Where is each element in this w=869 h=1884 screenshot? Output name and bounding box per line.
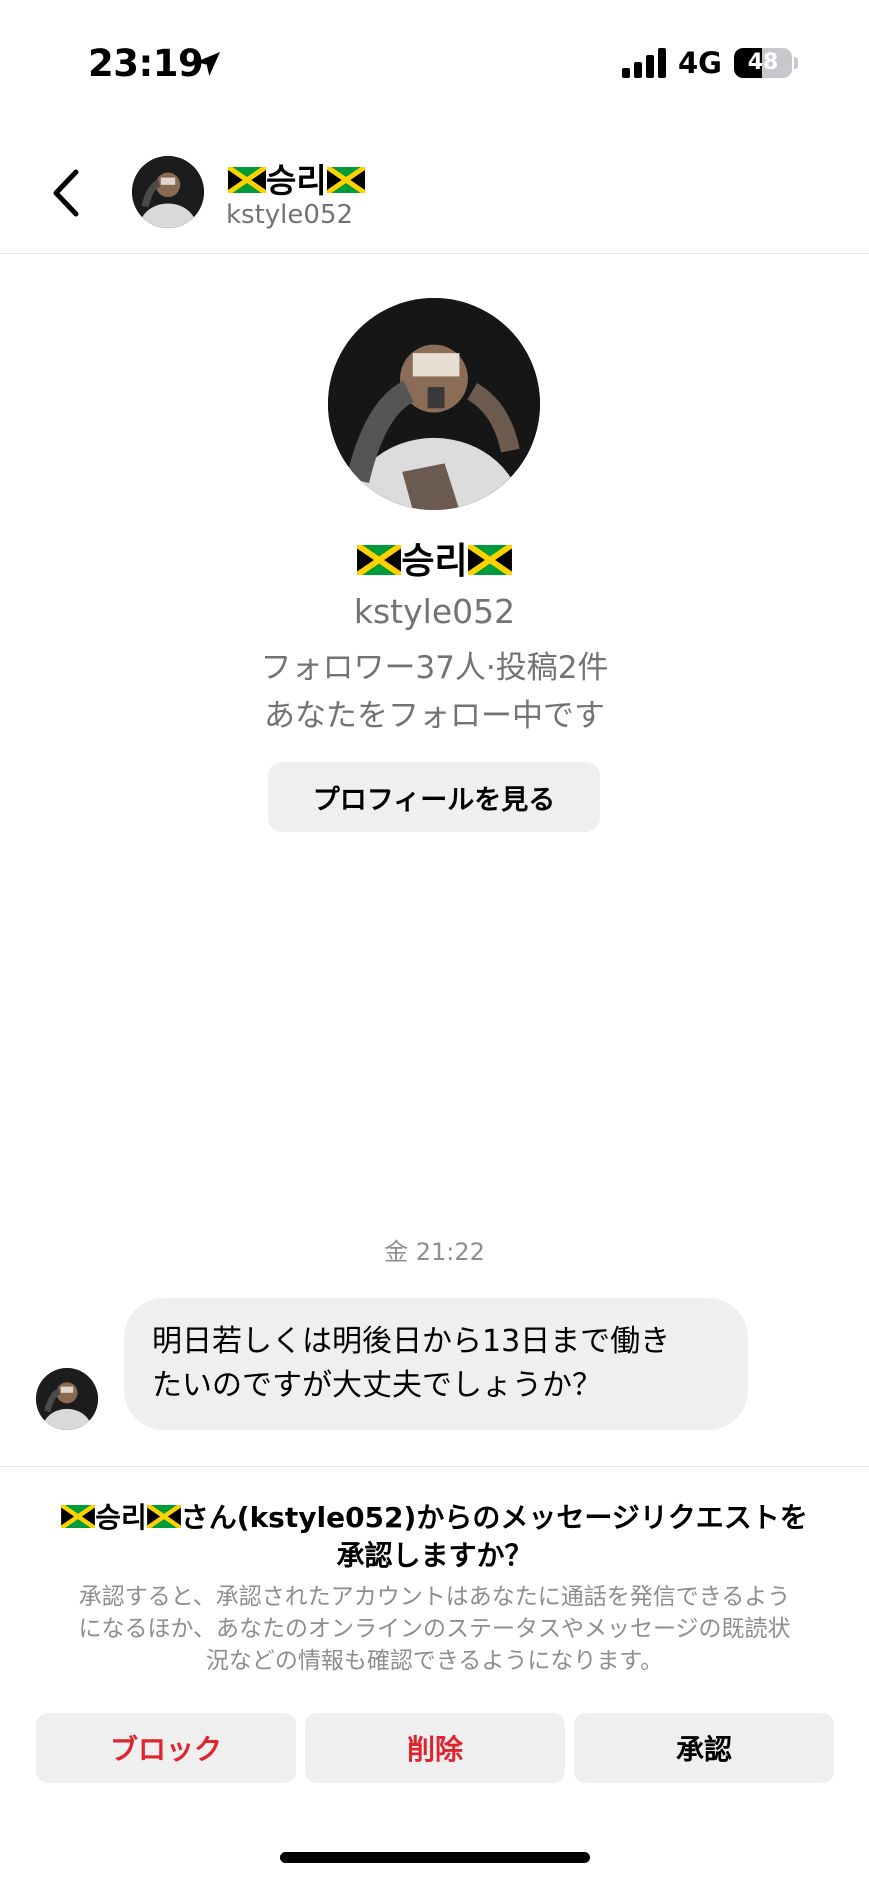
header-name-text: 승리 <box>266 161 327 200</box>
profile-username: kstyle052 <box>353 592 516 631</box>
request-title-name: 승리 <box>95 1501 147 1534</box>
status-bar: 23:19 4G 48 <box>0 0 869 120</box>
jamaica-flag-icon <box>61 1504 96 1528</box>
block-button[interactable]: ブロック <box>36 1713 296 1783</box>
message-text-line1: 明日若しくは明後日から13日まで働き <box>152 1324 671 1359</box>
request-description: 承認すると、承認されたアカウントはあなたに通話を発信できるよう になるほか、あな… <box>40 1581 829 1677</box>
request-description-line1: 承認すると、承認されたアカウントはあなたに通話を発信できるよう <box>78 1584 791 1610</box>
battery-level: 48 <box>747 50 779 75</box>
sender-avatar[interactable] <box>36 1368 98 1430</box>
view-profile-button[interactable]: プロフィールを見る <box>268 762 600 832</box>
message-timestamp: 金 21:22 <box>384 1238 485 1266</box>
jamaica-flag-icon <box>357 545 402 575</box>
chat-header: 승리 kstyle052 <box>0 120 869 254</box>
cellular-signal-icon <box>622 48 666 78</box>
battery-icon: 48 <box>734 48 792 78</box>
accept-button[interactable]: 承認 <box>574 1713 834 1783</box>
request-title: 승리 さん(kstyle052)からのメッセージリクエストを 承認しますか？ <box>30 1499 839 1575</box>
home-indicator[interactable] <box>280 1852 590 1863</box>
header-username[interactable]: kstyle052 <box>226 200 353 230</box>
profile-stats: フォロワー37人·投稿2件 <box>260 650 609 686</box>
request-title-text: さん(kstyle052)からのメッセージリクエストを <box>180 1501 808 1534</box>
message-request-panel: 승리 さん(kstyle052)からのメッセージリクエストを 承認しますか？ 承… <box>0 1466 869 1884</box>
message-text-line2: たいのですが大丈夫でしょうか？ <box>152 1368 602 1403</box>
profile-name-text: 승리 <box>401 541 468 582</box>
battery-cap <box>794 57 798 69</box>
header-display-name[interactable]: 승리 <box>228 154 365 202</box>
profile-display-name: 승리 <box>0 532 869 584</box>
status-time: 23:19 <box>88 42 204 85</box>
jamaica-flag-icon <box>467 545 512 575</box>
request-title-question: 承認しますか？ <box>336 1539 533 1572</box>
jamaica-flag-icon <box>326 166 365 193</box>
profile-avatar[interactable] <box>328 298 540 510</box>
network-type: 4G <box>678 46 722 80</box>
request-description-line2: になるほか、あなたのオンラインのステータスやメッセージの既読状 <box>78 1616 791 1642</box>
location-arrow-icon <box>196 52 220 76</box>
jamaica-flag-icon <box>146 1504 181 1528</box>
dm-request-screen: 23:19 4G 48 승리 kstyle052 승리 kstyle052 フォ… <box>0 0 869 1884</box>
received-message-bubble[interactable]: 明日若しくは明後日から13日まで働き たいのですが大丈夫でしょうか？ <box>124 1298 748 1430</box>
back-chevron-icon[interactable] <box>40 158 100 228</box>
jamaica-flag-icon <box>228 166 266 193</box>
delete-button[interactable]: 削除 <box>305 1713 565 1783</box>
follows-you-status: あなたをフォロー中です <box>264 698 605 734</box>
header-avatar[interactable] <box>132 156 204 228</box>
request-description-line3: 況などの情報も確認できるようになります。 <box>205 1648 664 1674</box>
